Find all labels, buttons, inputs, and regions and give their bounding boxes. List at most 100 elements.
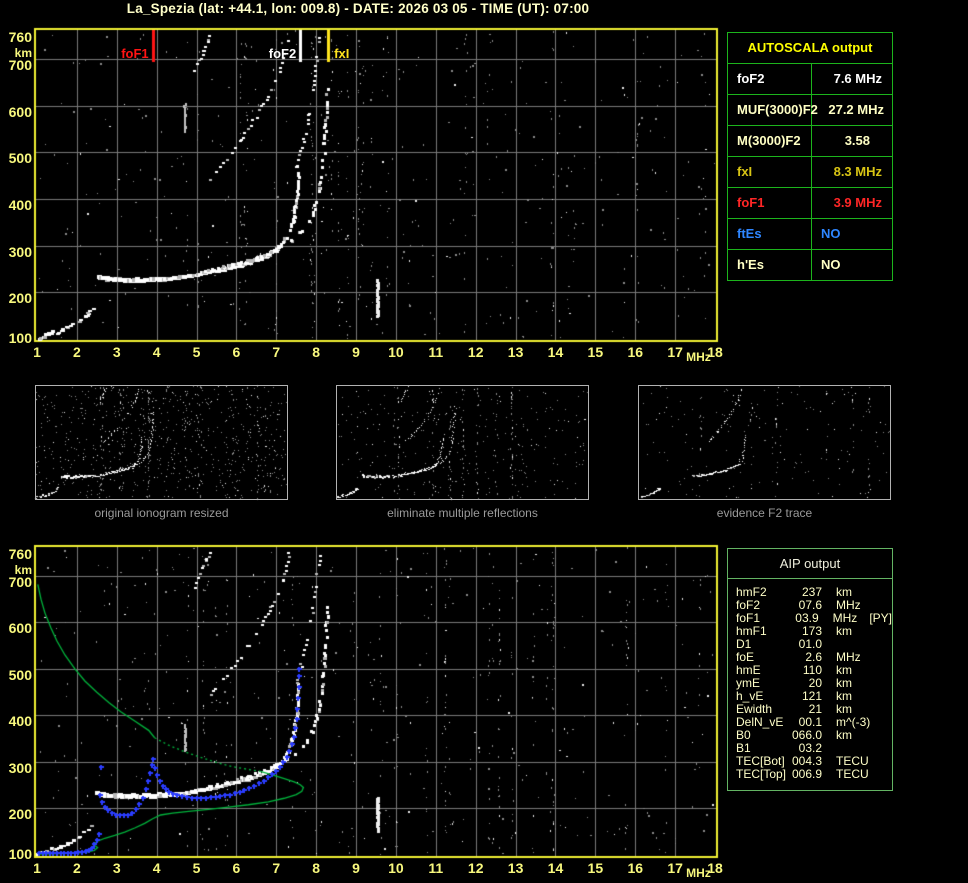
aip-extra xyxy=(861,651,873,664)
y-tick-label: 300 xyxy=(8,759,32,776)
thumb-original-ionogram xyxy=(35,385,288,500)
autoscala-app-window: La_Spezia (lat: +44.1, lon: 009.8) - DAT… xyxy=(0,0,968,883)
parameter-value: 8.3 MHz xyxy=(833,164,882,179)
aip-extra xyxy=(869,755,881,768)
parameter-label: foF1 xyxy=(728,188,812,218)
aip-extra xyxy=(852,690,864,703)
x-tick-label: 4 xyxy=(152,860,161,876)
parameter-value: NO xyxy=(821,257,841,272)
y-tick-label: 500 xyxy=(8,666,32,683)
x-tick-label: 1 xyxy=(33,344,41,360)
aip-unit: km xyxy=(836,728,852,742)
parameter-label: MUF(3000)F2 xyxy=(728,95,818,125)
thumb-caption-evidence: evidence F2 trace xyxy=(716,506,813,520)
y-tick-label: 300 xyxy=(8,243,32,260)
parameter-label: ftEs xyxy=(728,219,812,249)
aip-extra xyxy=(852,677,864,690)
parameter-value: 7.6 MHz xyxy=(833,71,882,86)
marker-label-foF2: foF2 xyxy=(268,46,297,61)
aip-unit: TECU xyxy=(836,767,869,781)
parameter-label: M(3000)F2 xyxy=(728,126,812,156)
autoscala-output-panel: AUTOSCALA output foF2 7.6 MHz MUF(3000)F… xyxy=(727,32,893,281)
thumb-eliminate-reflections xyxy=(336,385,589,500)
x-tick-label: 11 xyxy=(428,344,444,360)
x-tick-label: 13 xyxy=(507,860,524,876)
x-tick-label: 14 xyxy=(547,860,564,876)
autoscala-row-MUF3000F2: MUF(3000)F2 27.2 MHz xyxy=(728,95,892,126)
aip-extra xyxy=(852,664,864,677)
x-tick-label: 16 xyxy=(627,860,644,876)
aip-value: 006.9 xyxy=(791,767,822,781)
autoscala-row-hEs: h'Es NO xyxy=(728,250,892,280)
y-tick-label: 400 xyxy=(8,713,32,730)
y-tick-label: 200 xyxy=(8,806,32,823)
x-tick-label: 16 xyxy=(627,344,644,360)
x-tick-label: 9 xyxy=(352,344,360,360)
x-tick-label: 12 xyxy=(467,860,484,876)
y-tick-label: 760 xyxy=(8,546,32,562)
x-tick-label: 6 xyxy=(232,344,241,360)
aip-extra xyxy=(852,625,864,638)
x-axis-unit-label: MHz xyxy=(686,866,711,880)
x-tick-label: 7 xyxy=(272,860,281,876)
autoscala-row-foF2: foF2 7.6 MHz xyxy=(728,64,892,95)
x-tick-label: 2 xyxy=(72,860,81,876)
x-tick-label: 15 xyxy=(587,860,604,876)
aip-panel-title: AIP output xyxy=(728,549,892,579)
x-tick-label: 12 xyxy=(467,344,484,360)
x-tick-label: 11 xyxy=(428,860,444,876)
x-tick-label: 6 xyxy=(232,860,241,876)
x-tick-label: 3 xyxy=(112,344,121,360)
aip-label: TEC[Top] xyxy=(736,767,787,781)
x-tick-label: 17 xyxy=(667,860,683,876)
x-tick-label: 9 xyxy=(352,860,360,876)
aip-extra: [PY] xyxy=(869,611,892,625)
autoscala-row-M3000F2: M(3000)F2 3.58 xyxy=(728,126,892,157)
aip-output-panel: AIP output hmF2 237 km foF2 07.6 MHz foF1 03.9 M… xyxy=(727,548,893,791)
aip-extra xyxy=(870,716,882,729)
thumb-caption-original: original ionogram resized xyxy=(94,506,229,520)
x-tick-label: 4 xyxy=(152,344,161,360)
y-tick-label: 500 xyxy=(8,150,32,167)
y-tick-label: 100 xyxy=(8,846,32,862)
thumb-evidence-f2-trace xyxy=(638,385,891,500)
aip-unit xyxy=(822,638,836,651)
aip-extra xyxy=(852,729,864,742)
parameter-value: 3.9 MHz xyxy=(833,195,882,210)
x-tick-label: 7 xyxy=(272,344,281,360)
y-tick-label: 760 xyxy=(8,29,32,45)
autoscala-panel-title: AUTOSCALA output xyxy=(728,33,892,64)
x-tick-label: 8 xyxy=(312,860,321,876)
x-tick-label: 8 xyxy=(312,344,321,360)
thumb-caption-eliminate: eliminate multiple reflections xyxy=(387,506,538,520)
aip-rows-container: hmF2 237 km foF2 07.6 MHz foF1 03.9 MHz [PY] hmF1 1… xyxy=(728,579,892,781)
parameter-label: h'Es xyxy=(728,250,812,280)
x-tick-label: 15 xyxy=(587,344,604,360)
x-tick-label: 3 xyxy=(112,860,121,876)
parameter-label: fxI xyxy=(728,157,812,187)
station-header: La_Spezia (lat: +44.1, lon: 009.8) - DAT… xyxy=(126,1,590,16)
y-axis-unit-label: km xyxy=(14,46,32,60)
parameter-value: NO xyxy=(821,226,841,241)
marker-label-fxI: fxI xyxy=(334,46,350,61)
x-tick-label: 2 xyxy=(72,344,81,360)
x-tick-label: 10 xyxy=(388,344,404,360)
parameter-value: 27.2 MHz xyxy=(828,102,884,117)
y-tick-label: 600 xyxy=(8,103,32,120)
y-tick-label: 600 xyxy=(8,620,32,637)
x-axis-unit-label: MHz xyxy=(686,350,711,364)
x-tick-label: 5 xyxy=(192,344,201,360)
aip-extra xyxy=(869,768,881,781)
x-tick-label: 14 xyxy=(547,344,564,360)
x-tick-label: 5 xyxy=(192,860,201,876)
y-tick-label: 100 xyxy=(8,330,32,346)
autoscala-row-foF1: foF1 3.9 MHz xyxy=(728,188,892,219)
parameter-label: foF2 xyxy=(728,64,812,94)
y-axis-unit-label: km xyxy=(14,563,32,577)
x-tick-label: 1 xyxy=(33,860,41,876)
y-tick-label: 400 xyxy=(8,197,32,213)
aip-unit xyxy=(822,742,836,755)
marker-label-foF1: foF1 xyxy=(121,46,149,61)
aip-unit: km xyxy=(836,624,852,638)
x-tick-label: 17 xyxy=(667,344,683,360)
